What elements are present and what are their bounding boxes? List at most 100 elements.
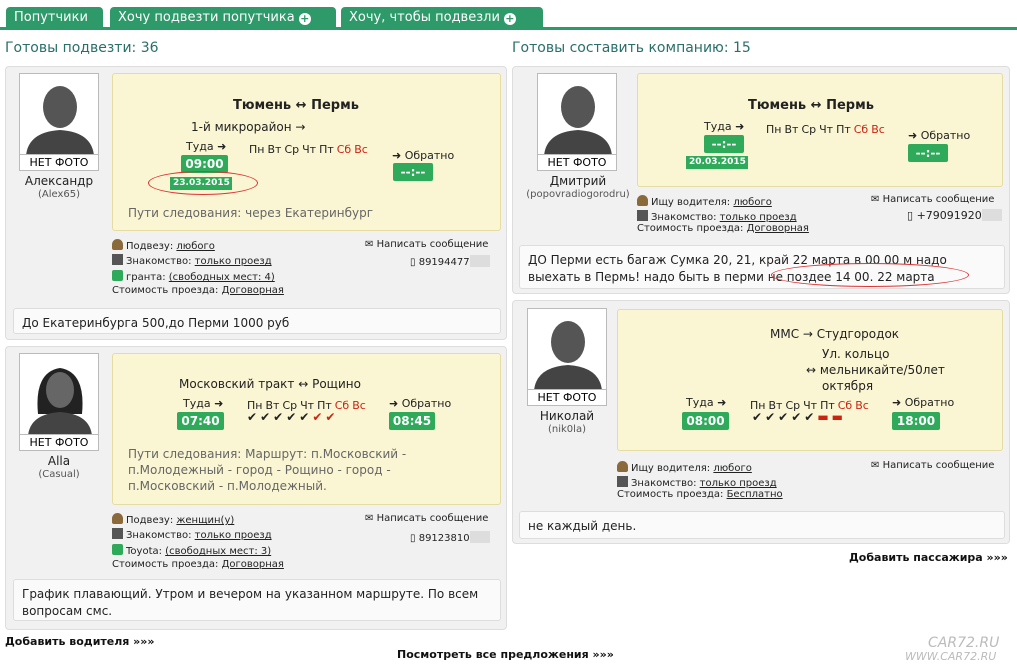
seek-driver-row: Ищу водителя: любого: [617, 461, 752, 474]
write-message-button[interactable]: ✉ Написать сообщение: [871, 460, 994, 471]
acquaint-link[interactable]: только проезд: [195, 256, 272, 267]
route-subtitle: 1-й микрорайон →: [191, 120, 306, 134]
seats-link[interactable]: (свободных мест: 3): [165, 546, 271, 557]
weekday-checkmarks: ✔ ✔ ✔ ✔ ✔ ▬ ▬: [752, 410, 843, 424]
tab-bar: Попутчики Хочу подвезти попутчика + Хочу,…: [0, 0, 1017, 30]
envelope-icon: ✉: [871, 194, 880, 205]
cost-link[interactable]: Договорная: [222, 285, 284, 296]
write-message-button[interactable]: ✉ Написать сообщение: [365, 239, 488, 250]
driver-note: До Екатеринбурга 500,до Перми 1000 руб: [13, 308, 501, 334]
tab-want-give-ride[interactable]: Хочу подвезти попутчика +: [110, 7, 336, 30]
route-title: ММС → Студгородок: [770, 327, 900, 341]
weekday-checkmarks: ✔ ✔ ✔ ✔ ✔ ✔ ✔: [247, 410, 336, 424]
plus-icon: +: [298, 12, 311, 25]
avatar[interactable]: НЕТ ФОТО: [537, 73, 617, 171]
avatar[interactable]: НЕТ ФОТО: [19, 353, 99, 451]
acquaint-link[interactable]: только проезд: [195, 530, 272, 541]
user-name[interactable]: Александр: [6, 174, 112, 188]
seats-link[interactable]: (свободных мест: 4): [169, 272, 275, 283]
there-label: Туда ➜: [686, 396, 727, 409]
cost-row: Стоимость проезда: Договорная: [112, 285, 284, 296]
route-title: Тюмень ↔ Пермь: [748, 98, 874, 113]
add-passenger-link[interactable]: Добавить пассажира »»»: [849, 551, 1008, 564]
driver-note: График плавающий. Утром и вечером на ука…: [13, 579, 501, 621]
handshake-icon: [617, 476, 628, 487]
time-there: 07:40: [177, 412, 224, 430]
route-title: Московский тракт ↔ Рощино: [179, 377, 361, 391]
back-label: ➜ Обратно: [392, 149, 455, 162]
passenger-card: НЕТ ФОТО Николай (nik0la) ММС → Студгоро…: [512, 300, 1010, 544]
add-driver-link[interactable]: Добавить водителя »»»: [5, 635, 155, 648]
red-annotation-oval: [771, 263, 969, 287]
route-subtitle: октября: [822, 379, 874, 393]
acquaint-row: Знакомство: только проезд: [112, 254, 272, 267]
handshake-icon: [112, 254, 123, 265]
user-login: (popovradiogorodru): [526, 189, 630, 200]
there-label: Туда ➜: [704, 120, 745, 133]
car-row: гранта: (свободных мест: 4): [112, 270, 275, 283]
user-name[interactable]: Николай: [513, 409, 621, 423]
picks-link[interactable]: любого: [176, 241, 214, 252]
time-back: --:--: [908, 144, 948, 162]
weekdays: Пн Вт Ср Чт Пт Сб Вс: [766, 123, 885, 136]
tab-poputchiki[interactable]: Попутчики: [6, 7, 103, 30]
acquaint-link[interactable]: только проезд: [720, 212, 797, 223]
acquaint-row: Знакомство: только проезд: [637, 210, 797, 223]
no-photo-label: НЕТ ФОТО: [20, 154, 98, 170]
date-badge: 20.03.2015: [686, 156, 748, 169]
cost-row: Стоимость проезда: Договорная: [112, 559, 284, 570]
driver-card: НЕТ ФОТО Александр (Alex65) Тюмень ↔ Пер…: [5, 66, 507, 340]
user-name[interactable]: Alla: [6, 454, 112, 468]
write-message-button[interactable]: ✉ Написать сообщение: [871, 194, 994, 205]
envelope-icon: ✉: [365, 513, 374, 524]
picks-row: Подвезу: женщин(у): [112, 513, 234, 526]
route-box: ММС → Студгородок Ул. кольцо ↔ мельникай…: [617, 309, 1003, 451]
phone-icon: ▯: [907, 209, 914, 222]
car-icon: [112, 544, 123, 555]
car-icon: [112, 270, 123, 281]
user-login: (Casual): [38, 469, 80, 480]
time-there: --:--: [704, 135, 744, 153]
avatar[interactable]: НЕТ ФОТО: [19, 73, 99, 171]
cost-link[interactable]: Договорная: [222, 559, 284, 570]
route-subtitle: Ул. кольцо: [822, 347, 890, 361]
person-icon: [617, 461, 628, 472]
time-there: 08:00: [682, 412, 729, 430]
passenger-note: не каждый день.: [519, 511, 1005, 539]
back-label: ➜ Обратно: [892, 396, 955, 409]
avatar[interactable]: НЕТ ФОТО: [527, 308, 607, 406]
no-photo-label: НЕТ ФОТО: [20, 434, 98, 450]
acquaint-link[interactable]: только проезд: [700, 478, 777, 489]
seek-link[interactable]: любого: [733, 197, 771, 208]
tab-label: Хочу подвезти попутчика: [118, 10, 295, 25]
cost-link[interactable]: Договорная: [747, 223, 809, 234]
drivers-count-heading: Готовы подвезти: 36: [5, 40, 159, 56]
watermark: CAR72.RU: [928, 635, 1000, 651]
user-name[interactable]: Дмитрий: [513, 174, 643, 188]
red-annotation-oval: [148, 171, 258, 195]
time-back: 08:45: [389, 412, 435, 430]
envelope-icon: ✉: [871, 460, 880, 471]
tab-want-ride[interactable]: Хочу, чтобы подвезли +: [341, 7, 543, 30]
seek-link[interactable]: любого: [713, 463, 751, 474]
cost-row: Стоимость проезда: Договорная: [637, 223, 809, 234]
view-all-offers-link[interactable]: Посмотреть все предложения »»»: [397, 648, 614, 661]
route-box: Тюмень ↔ Пермь Туда ➜ --:-- 20.03.2015 П…: [637, 73, 1003, 187]
picks-link[interactable]: женщин(у): [176, 515, 234, 526]
route-box: Московский тракт ↔ Рощино Туда ➜ 07:40 П…: [112, 353, 501, 505]
driver-card: НЕТ ФОТО Alla (Casual) Московский тракт …: [5, 346, 507, 630]
car-row: Toyota: (свободных мест: 3): [112, 544, 271, 557]
tab-label: Хочу, чтобы подвезли: [349, 10, 500, 25]
weekdays: Пн Вт Ср Чт Пт Сб Вс: [249, 143, 368, 156]
there-label: Туда ➜: [183, 397, 224, 410]
back-label: ➜ Обратно: [389, 397, 452, 410]
plus-icon: +: [503, 12, 516, 25]
no-photo-label: НЕТ ФОТО: [528, 389, 606, 405]
person-icon: [112, 513, 123, 524]
write-message-button[interactable]: ✉ Написать сообщение: [365, 513, 488, 524]
user-login: (nik0la): [548, 424, 586, 435]
phone-icon: ▯: [410, 533, 416, 544]
cost-link[interactable]: Бесплатно: [727, 489, 783, 500]
watermark-url: WWW.CAR72.RU: [905, 650, 997, 663]
route-path: Пути следования: Маршрут: п.Московский -…: [128, 447, 407, 493]
